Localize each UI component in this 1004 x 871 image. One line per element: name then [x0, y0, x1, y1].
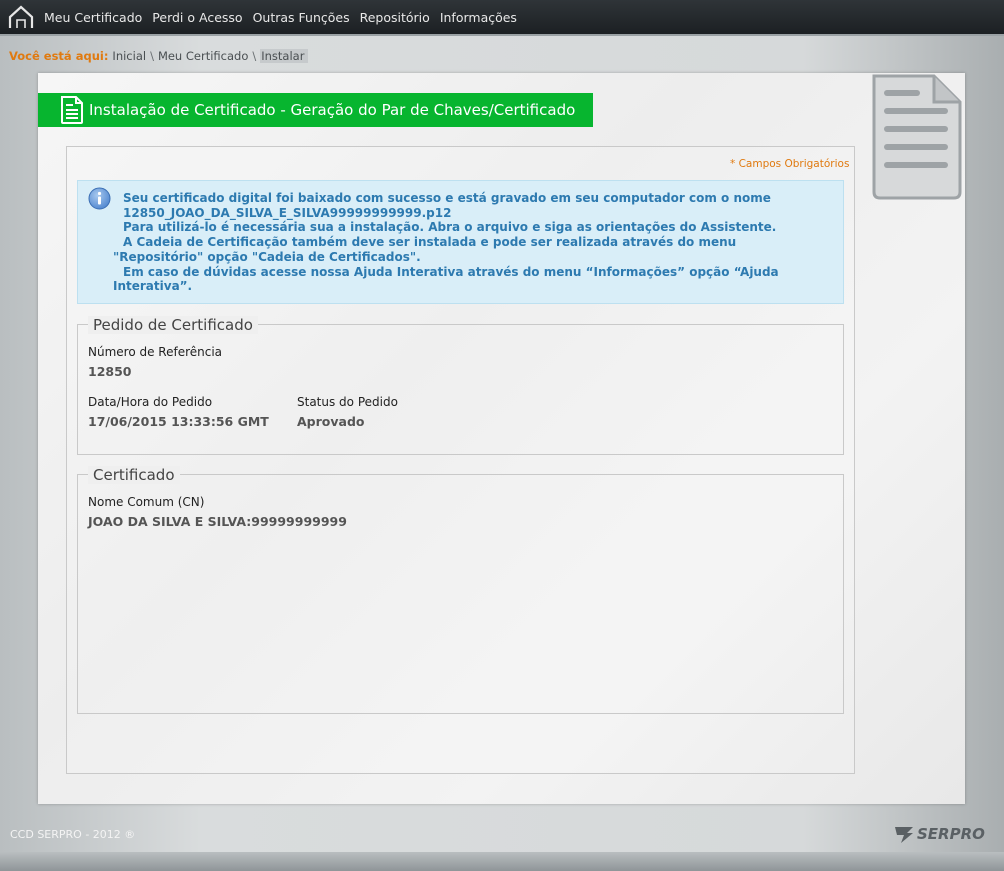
certificado-group [77, 474, 844, 714]
page-title-bar: Instalação de Certificado - Geração do P… [38, 93, 593, 127]
home-icon [8, 5, 34, 28]
ref-label: Número de Referência [88, 345, 223, 359]
top-nav: Meu Certificado Perdi o Acesso Outras Fu… [0, 0, 1004, 36]
info-line: Para utilizá-lo é necessária sua a insta… [123, 220, 777, 235]
breadcrumb-separator: \ [150, 49, 154, 63]
info-line: Em caso de dúvidas acesse nossa Ajuda In… [123, 264, 779, 279]
breadcrumb-current: Instalar [260, 49, 309, 63]
ref-value: 12850 [88, 364, 132, 379]
pedido-legend: Pedido de Certificado [88, 316, 258, 334]
date-value: 17/06/2015 13:33:56 GMT [88, 414, 269, 429]
info-line: Interativa”. [113, 279, 193, 294]
info-line: A Cadeia de Certificação também deve ser… [123, 235, 737, 250]
document-icon [872, 74, 962, 200]
serpro-logo-text: SERPRO [917, 825, 985, 843]
certificado-legend: Certificado [88, 466, 180, 484]
status-value: Aprovado [297, 414, 365, 429]
breadcrumb-meu-certificado[interactable]: Meu Certificado [158, 49, 248, 63]
breadcrumb-separator: \ [252, 49, 257, 63]
nav-informacoes[interactable]: Informações [440, 10, 517, 25]
nav-meu-certificado[interactable]: Meu Certificado [44, 10, 142, 25]
info-icon [88, 187, 111, 210]
nav-repositorio[interactable]: Repositório [360, 10, 430, 25]
pedido-group [77, 324, 844, 455]
home-button[interactable] [4, 0, 38, 34]
nav-perdi-o-acesso[interactable]: Perdi o Acesso [152, 10, 242, 25]
serpro-mark-icon [895, 827, 913, 843]
frame-bottom-strip [0, 852, 1004, 871]
serpro-logo: SERPRO [893, 820, 985, 848]
breadcrumb-inicial[interactable]: Inicial [112, 49, 146, 63]
cn-label: Nome Comum (CN) [88, 495, 205, 509]
info-line: 12850_JOAO_DA_SILVA_E_SILVA99999999999.p… [123, 205, 452, 220]
footer-copyright: CCD SERPRO - 2012 ® [10, 828, 136, 841]
required-fields-note: * Campos Obrigatórios [730, 158, 850, 170]
certificate-document-icon [61, 96, 83, 124]
info-line: "Repositório" opção "Cadeia de Certifica… [113, 249, 421, 264]
nav-outras-funcoes[interactable]: Outras Funções [253, 10, 350, 25]
breadcrumb: Você está aqui: Inicial \ Meu Certificad… [9, 48, 309, 64]
info-message: Seu certificado digital foi baixado com … [113, 191, 838, 294]
info-line: Seu certificado digital foi baixado com … [123, 191, 771, 205]
cn-value: JOAO DA SILVA E SILVA:99999999999 [88, 514, 347, 529]
breadcrumb-label: Você está aqui: [9, 49, 109, 63]
status-label: Status do Pedido [297, 395, 398, 409]
page-title: Instalação de Certificado - Geração do P… [89, 101, 576, 119]
date-label: Data/Hora do Pedido [88, 395, 213, 409]
